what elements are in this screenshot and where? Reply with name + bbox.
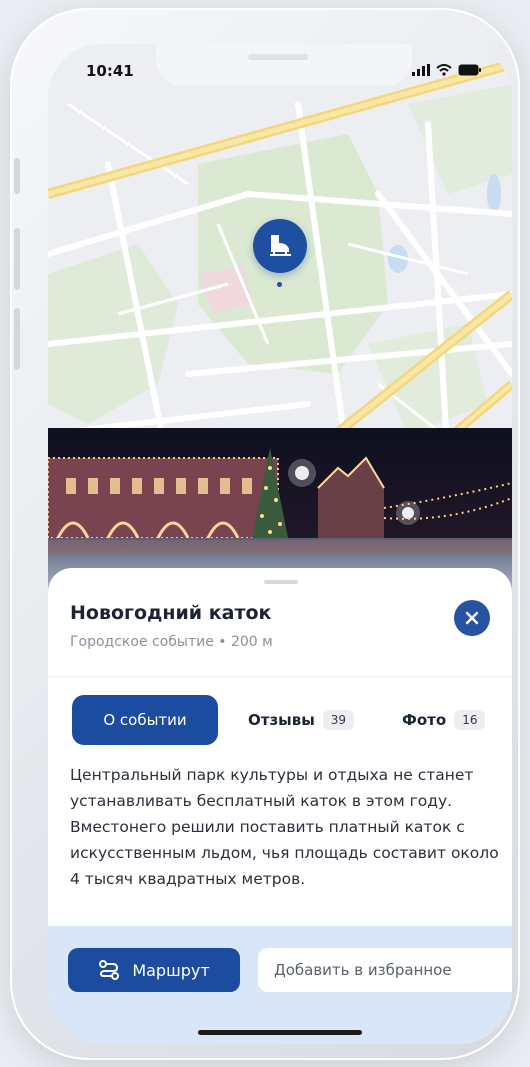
screen: 10:41 Новогодний каток Городское событие… [48,44,512,1044]
map-pin[interactable] [253,219,307,273]
tab-bar: О событии Отзывы 39 Фото 16 [72,695,502,745]
signal-icon [412,64,430,76]
route-button[interactable]: Маршрут [68,948,240,992]
add-to-favorites-label: Добавить в избранное [274,961,452,979]
volume-up-button [14,228,20,290]
event-description: Центральный парк культуры и отдыха не ст… [70,766,499,888]
home-indicator[interactable] [198,1030,362,1035]
phone-frame: 10:41 Новогодний каток Городское событие… [10,8,520,1060]
tab-about[interactable]: О событии [72,695,218,745]
tab-reviews-count: 39 [322,710,355,730]
event-bottom-sheet: Новогодний каток Городское событие • 200… [48,568,512,1044]
sheet-grabber[interactable] [264,580,298,584]
route-button-label: Маршрут [132,960,210,980]
close-icon [465,611,479,625]
pin-location-dot [277,282,282,287]
event-subtitle: Городское событие • 200 м [70,634,273,650]
tab-reviews-label: Отзывы [248,711,315,729]
tab-about-label: О событии [103,711,187,729]
route-icon [99,960,120,980]
event-title: Новогодний каток [70,602,272,624]
status-time: 10:41 [86,62,134,80]
wifi-icon [436,64,452,76]
action-bar: Маршрут Добавить в избранное [48,926,512,1044]
add-to-favorites-button[interactable]: Добавить в избранное [258,948,512,992]
status-icons [412,64,482,76]
battery-icon [458,64,481,76]
tab-photos[interactable]: Фото 16 [402,695,486,745]
divider [48,676,512,677]
notch [156,44,412,86]
tab-photos-label: Фото [402,711,447,729]
mute-switch [14,158,20,194]
tab-photos-count: 16 [454,710,486,730]
close-button[interactable] [454,600,490,636]
tab-reviews[interactable]: Отзывы 39 [248,695,355,745]
speaker-grille [248,54,308,60]
volume-down-button [14,308,20,370]
ice-skate-icon [270,235,291,256]
